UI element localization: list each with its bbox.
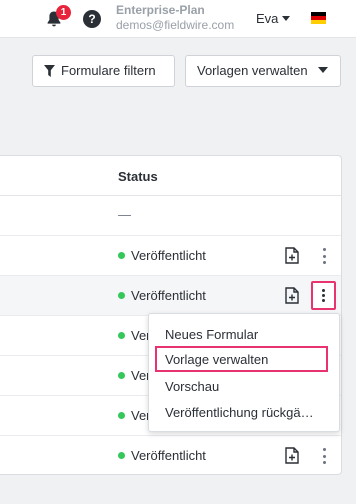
user-menu[interactable]: Eva bbox=[256, 11, 291, 26]
status-dot-icon bbox=[118, 332, 125, 339]
more-options-icon-active[interactable] bbox=[311, 281, 336, 310]
status-published: Ver bbox=[118, 328, 151, 343]
user-name: Eva bbox=[256, 11, 279, 26]
account-email: demos@fieldwire.com bbox=[116, 18, 235, 32]
chevron-down-icon bbox=[282, 16, 291, 21]
language-flag-icon[interactable] bbox=[311, 12, 326, 24]
status-dot-icon bbox=[118, 372, 125, 379]
table-row[interactable]: Veröffentlicht bbox=[0, 276, 341, 316]
filter-icon bbox=[44, 65, 55, 77]
more-options-icon[interactable] bbox=[318, 247, 330, 265]
menu-item-unpublish[interactable]: Veröffentlichung rückgä… bbox=[165, 405, 335, 420]
flag-stripe-gold bbox=[311, 20, 326, 24]
table-row[interactable]: — bbox=[0, 196, 341, 236]
account-info: Enterprise-Plan demos@fieldwire.com bbox=[116, 3, 234, 33]
new-form-document-icon[interactable] bbox=[285, 447, 299, 464]
table-row[interactable]: Veröffentlicht bbox=[0, 236, 341, 276]
top-bar: 1 ? Enterprise-Plan demos@fieldwire.com … bbox=[0, 0, 356, 38]
filter-forms-button[interactable]: Formulare filtern bbox=[32, 55, 175, 87]
filter-button-label: Formulare filtern bbox=[61, 63, 156, 78]
status-published: Ver bbox=[118, 408, 151, 423]
status-empty: — bbox=[118, 207, 131, 222]
notification-badge: 1 bbox=[56, 5, 71, 20]
menu-item-new-form[interactable]: Neues Formular bbox=[165, 327, 335, 342]
status-dot-icon bbox=[118, 412, 125, 419]
row-options-menu: Neues Formular Vorlage verwalten Vorscha… bbox=[148, 313, 340, 432]
status-published: Veröffentlicht bbox=[118, 248, 206, 263]
status-dot-icon bbox=[118, 452, 125, 459]
menu-item-manage-template[interactable]: Vorlage verwalten bbox=[155, 346, 328, 372]
table-header: Status bbox=[0, 156, 341, 196]
new-form-document-icon[interactable] bbox=[285, 247, 299, 264]
table-row[interactable]: Veröffentlicht bbox=[0, 436, 341, 476]
new-form-document-icon[interactable] bbox=[285, 287, 299, 304]
status-dot-icon bbox=[118, 252, 125, 259]
manage-templates-label: Vorlagen verwalten bbox=[197, 63, 308, 78]
status-column-header[interactable]: Status bbox=[118, 169, 158, 184]
status-published: Veröffentlicht bbox=[118, 448, 206, 463]
status-dot-icon bbox=[118, 292, 125, 299]
help-button[interactable]: ? bbox=[83, 10, 101, 28]
chevron-down-icon bbox=[317, 67, 328, 73]
manage-templates-button[interactable]: Vorlagen verwalten bbox=[185, 55, 341, 87]
status-published: Veröffentlicht bbox=[118, 288, 206, 303]
plan-label: Enterprise-Plan bbox=[116, 3, 205, 17]
status-published: Ver bbox=[118, 368, 151, 383]
menu-item-preview[interactable]: Vorschau bbox=[165, 379, 335, 394]
more-options-icon[interactable] bbox=[318, 447, 330, 465]
